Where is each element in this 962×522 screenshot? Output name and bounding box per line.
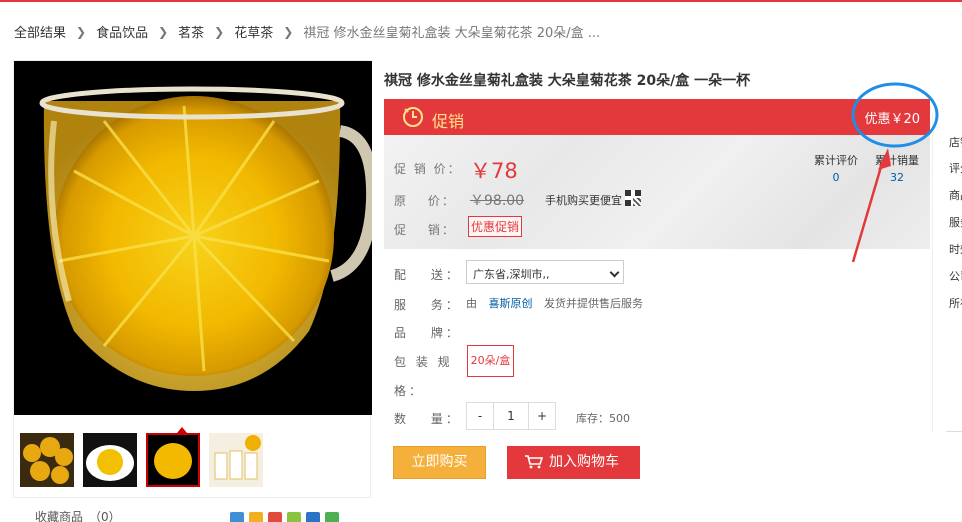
- quantity-stepper: - 1 +: [466, 402, 556, 430]
- share-wechat-icon[interactable]: [325, 512, 339, 522]
- sales-stat: 累计销量 32: [875, 152, 919, 184]
- promo-price-label: 促 销 价：: [394, 162, 462, 176]
- original-price: ￥98.00: [470, 193, 525, 209]
- breadcrumb-food-drinks[interactable]: 食品饮品: [96, 22, 148, 41]
- review-stat[interactable]: 累计评价 0: [814, 152, 858, 184]
- brand-label: 品 牌：: [394, 326, 461, 340]
- thumbnail-1[interactable]: [20, 433, 74, 487]
- buy-now-button[interactable]: 立即购买: [393, 446, 486, 479]
- shop-link[interactable]: 喜斯原创: [489, 297, 533, 310]
- qr-code-icon[interactable]: [625, 190, 641, 206]
- sidebar-item-company: 公司: [949, 270, 962, 283]
- favorite-product-link[interactable]: 收藏商品 （0）: [35, 508, 121, 522]
- quantity-decrease-button[interactable]: -: [466, 402, 494, 430]
- stock-count: 库存：500: [576, 412, 630, 425]
- delivery-region-value: 广东省,深圳市,,: [473, 268, 550, 281]
- thumbnail-3-selected[interactable]: [146, 433, 200, 487]
- promo-price: ￥78: [470, 159, 518, 183]
- sidebar-item-rating: 评分: [949, 162, 962, 175]
- service-prefix: 由: [466, 297, 477, 310]
- spec-label-cont: 格：: [394, 384, 425, 398]
- chevron-right-icon: ❯: [214, 24, 225, 39]
- delivery-label: 配 送：: [394, 268, 461, 282]
- review-stat-value: 0: [832, 171, 840, 184]
- discount-badge: 优惠￥20: [864, 112, 920, 127]
- share-icons: [230, 512, 339, 522]
- service-info: 由 喜斯原创 发货并提供售后服务: [466, 295, 643, 311]
- share-weibo-tencent-icon[interactable]: [249, 512, 263, 522]
- promotion-label: 促销: [432, 112, 465, 131]
- product-gallery: [13, 60, 372, 498]
- add-to-cart-button[interactable]: 加入购物车: [507, 446, 640, 479]
- promotion-bar: 促销 优惠￥20: [384, 99, 930, 135]
- price-panel: 促 销 价： ￥78 累计评价 0 累计销量 32 原 价： ￥98.00 手机…: [384, 135, 930, 249]
- shop-info-sidebar: 店铺 评分 商品 服务 时效 公司 所在: [932, 112, 962, 432]
- share-renren-icon[interactable]: [287, 512, 301, 522]
- sidebar-item-service: 服务: [949, 216, 962, 229]
- delivery-region-select[interactable]: 广东省,深圳市,,: [466, 260, 624, 284]
- quantity-increase-button[interactable]: +: [528, 402, 556, 430]
- review-stat-label: 累计评价: [814, 154, 858, 167]
- share-qzone-icon[interactable]: [230, 512, 244, 522]
- thumbnail-4[interactable]: [209, 433, 263, 487]
- cart-icon: [525, 455, 543, 469]
- service-label: 服 务：: [394, 298, 461, 312]
- quantity-label: 数 量：: [394, 412, 461, 426]
- mobile-cheaper-text: 手机购买更便宜: [545, 194, 622, 207]
- chevron-down-icon: [609, 267, 620, 278]
- thumbnail-strip: [20, 433, 263, 487]
- share-douban-icon[interactable]: [306, 512, 320, 522]
- quantity-input[interactable]: 1: [494, 402, 528, 430]
- spec-option-20-per-box[interactable]: 20朵/盒: [467, 345, 514, 377]
- clock-icon: [403, 107, 423, 127]
- breadcrumb-tea[interactable]: 茗茶: [178, 22, 204, 41]
- add-to-cart-label: 加入购物车: [549, 454, 619, 470]
- sidebar-item-goods: 商品: [949, 189, 962, 202]
- chevron-right-icon: ❯: [76, 24, 87, 39]
- service-suffix: 发货并提供售后服务: [544, 297, 643, 310]
- spec-label: 包 装 规: [394, 355, 453, 369]
- original-price-label: 原 价：: [394, 194, 456, 208]
- sales-stat-value: 32: [890, 171, 904, 184]
- breadcrumb-flower-tea[interactable]: 花草茶: [234, 22, 273, 41]
- thumbnail-2[interactable]: [83, 433, 137, 487]
- chevron-right-icon: ❯: [283, 24, 294, 39]
- sidebar-item-location: 所在: [949, 297, 962, 310]
- product-title: 祺冠 修水金丝皇菊礼盒装 大朵皇菊花茶 20朵/盒 一朵一杯: [384, 73, 751, 89]
- breadcrumb-all-results[interactable]: 全部结果: [14, 22, 66, 41]
- top-accent-line: [0, 0, 962, 2]
- share-weibo-icon[interactable]: [268, 512, 282, 522]
- main-product-image: [14, 61, 372, 415]
- promotion-tag: 优惠促销: [468, 216, 523, 237]
- chevron-right-icon: ❯: [158, 24, 169, 39]
- breadcrumb-current: 祺冠 修水金丝皇菊礼盒装 大朵皇菊花茶 20朵/盒 ...: [303, 26, 601, 41]
- sales-stat-label: 累计销量: [875, 154, 919, 167]
- sidebar-divider: [946, 431, 962, 432]
- sidebar-item-shop: 店铺: [949, 136, 962, 149]
- sidebar-item-timeliness: 时效: [949, 243, 962, 256]
- breadcrumb: 全部结果 ❯ 食品饮品 ❯ 茗茶 ❯ 花草茶 ❯ 祺冠 修水金丝皇菊礼盒装 大朵…: [14, 22, 601, 42]
- promotion-row-label: 促 销：: [394, 223, 456, 237]
